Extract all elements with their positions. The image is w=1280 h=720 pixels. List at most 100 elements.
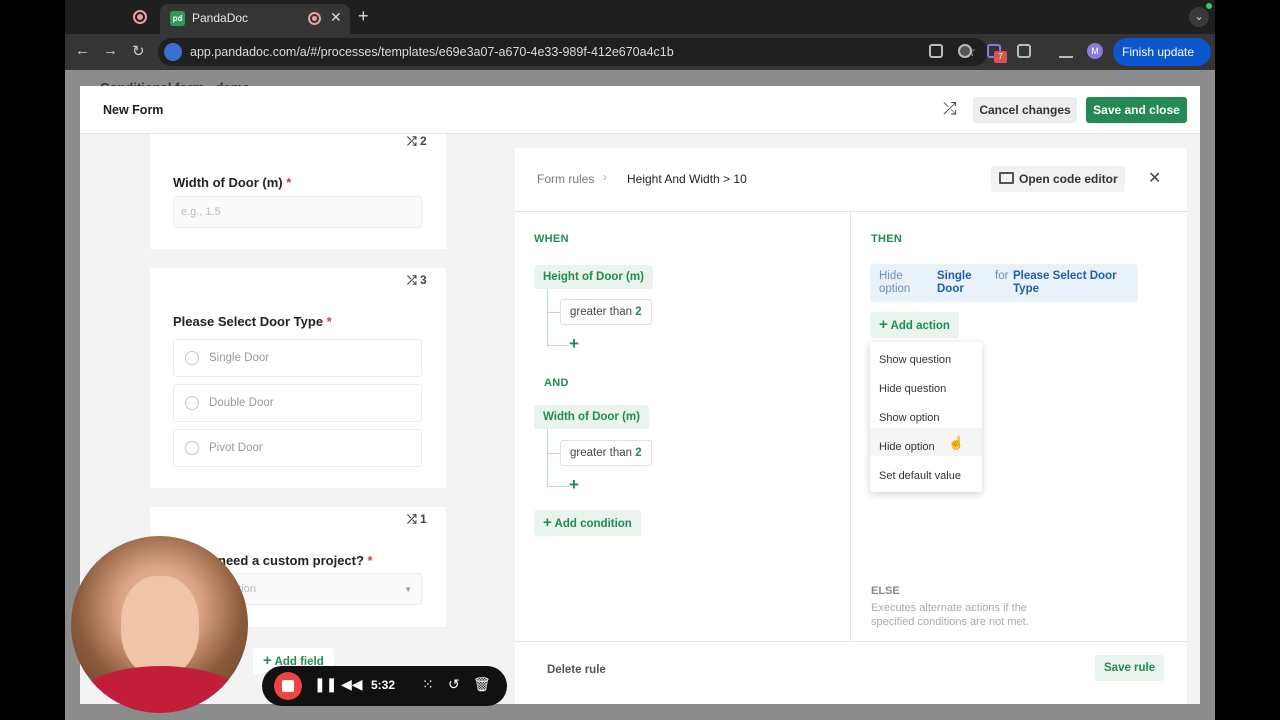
code-editor-label: Open code editor [1019, 172, 1118, 186]
back-icon[interactable]: ← [75, 42, 90, 59]
question-label: need a custom project? * [218, 553, 373, 568]
webcam-shirt [81, 666, 241, 713]
rule-panel: Form rules › Height And Width > 10 Open … [515, 148, 1187, 704]
plus-icon: + [879, 316, 888, 333]
question-text: Please Select Door Type [173, 314, 324, 329]
record-icon[interactable] [133, 10, 147, 24]
action-item[interactable]: Hide option Single Door for Please Selec… [870, 264, 1138, 302]
when-label: WHEN [534, 233, 569, 245]
plus-icon[interactable]: + [358, 6, 369, 27]
rule-footer: Delete rule Save rule [515, 641, 1187, 704]
trash-icon[interactable]: 🗑 [473, 676, 491, 693]
add-condition-label: Add condition [554, 518, 632, 530]
option-label: Pivot Door [209, 442, 263, 454]
finish-update-label: Finish update [1122, 45, 1195, 59]
restart-icon[interactable]: ↺ [448, 676, 460, 693]
radio-option[interactable]: Pivot Door [173, 429, 422, 467]
shuffle-icon: ⤮ [407, 512, 417, 526]
rewind-icon[interactable]: ◀◀ [341, 676, 363, 693]
shuffle-icon[interactable]: ⤮ [943, 99, 957, 119]
action-for: for [995, 270, 1009, 282]
reload-icon[interactable]: ↻ [132, 42, 145, 60]
plus-icon[interactable]: + [569, 334, 579, 354]
shuffle-icon: ⤮ [407, 273, 417, 287]
then-label: THEN [871, 233, 903, 245]
action-target: Please Select Door Type [1013, 270, 1117, 295]
logic-badge[interactable]: ⤮ 1 [407, 512, 427, 527]
width-input[interactable]: e.g., 1.5 [173, 196, 422, 228]
recorder-controls: ❚❚ ◀◀ 5:32 ⁙ ↺ 🗑 [262, 666, 507, 706]
webcam-face [121, 576, 199, 676]
divider [515, 211, 1187, 212]
question-card-width[interactable]: ⤮ 2 Width of Door (m) * e.g., 1.5 [150, 134, 446, 249]
operator-text: greater than [570, 447, 633, 459]
url-input[interactable]: app.pandadoc.com/a/#/processes/templates… [158, 38, 988, 66]
action-menu: Show question Hide question Show option … [870, 342, 982, 492]
chevron-down-icon[interactable]: ⌄ [1189, 7, 1209, 27]
pause-icon[interactable]: ❚❚ [314, 676, 337, 693]
question-text: Width of Door (m) [173, 175, 283, 190]
question-text: need a custom project? [218, 553, 364, 568]
else-label: ELSE [871, 585, 900, 597]
site-info-icon[interactable] [164, 43, 182, 61]
question-label: Please Select Door Type * [173, 314, 332, 329]
extension-icon[interactable] [958, 44, 972, 58]
radio-option[interactable]: Double Door [173, 384, 422, 422]
question-card-door-type[interactable]: ⤮ 3 Please Select Door Type * Single Doo… [150, 268, 446, 488]
close-icon[interactable]: ✕ [330, 9, 342, 26]
radio-icon [185, 351, 199, 365]
extension-icon[interactable] [929, 44, 943, 58]
required-marker: * [286, 175, 292, 190]
forward-icon[interactable]: → [103, 42, 118, 59]
cancel-changes-button[interactable]: Cancel changes [973, 97, 1077, 123]
save-and-close-button[interactable]: Save and close [1086, 97, 1187, 123]
menu-item-set-default-value[interactable]: Set default value [879, 470, 961, 482]
pandadoc-favicon: pd [170, 11, 185, 26]
tree-line [547, 345, 569, 346]
breadcrumb-form-rules[interactable]: Form rules [537, 172, 594, 186]
open-code-editor-button[interactable]: Open code editor [991, 166, 1125, 192]
and-label: AND [544, 377, 569, 389]
logic-badge[interactable]: ⤮ 3 [407, 273, 427, 288]
add-condition-button[interactable]: + Add condition [534, 510, 641, 536]
radio-option[interactable]: Single Door [173, 339, 422, 377]
operator-value: 2 [635, 447, 642, 459]
add-action-label: Add action [890, 320, 950, 332]
close-icon[interactable]: ✕ [1148, 168, 1161, 188]
menu-item-hide-question[interactable]: Hide question [879, 383, 946, 395]
save-rule-button[interactable]: Save rule [1095, 655, 1165, 681]
condition-operator[interactable]: greater than 2 [560, 299, 652, 325]
profile-avatar[interactable]: M [1087, 43, 1103, 59]
finish-update-button[interactable]: Finish update ⋮ [1113, 38, 1211, 87]
menu-item-hide-option[interactable]: Hide option [879, 441, 935, 453]
condition-field[interactable]: Width of Door (m) [534, 405, 649, 429]
delete-rule-button[interactable]: Delete rule [547, 664, 606, 676]
tab-pandadoc[interactable]: pd PandaDoc ✕ [160, 4, 350, 34]
action-verb: Hide option [879, 270, 911, 295]
grid-icon[interactable]: ⁙ [422, 676, 434, 693]
add-action-button[interactable]: + Add action [870, 312, 959, 338]
shuffle-icon: ⤮ [407, 134, 417, 148]
menu-item-show-question[interactable]: Show question [879, 354, 951, 366]
code-editor-icon [999, 172, 1014, 184]
else-description: Executes alternate actions if the specif… [871, 602, 1029, 628]
plus-icon: + [543, 514, 552, 531]
operator-text: greater than [570, 306, 633, 318]
operator-value: 2 [635, 306, 642, 318]
tab-bar: pd PandaDoc ✕ + ⌄ [65, 0, 1215, 34]
logic-badge[interactable]: ⤮ 2 [407, 134, 427, 149]
condition-field[interactable]: Height of Door (m) [534, 265, 653, 289]
option-label: Double Door [209, 397, 274, 409]
stop-recording-button[interactable] [274, 672, 302, 700]
puzzle-icon[interactable] [1017, 44, 1031, 58]
breadcrumb-current: Height And Width > 10 [627, 172, 747, 186]
logic-count: 2 [419, 134, 427, 148]
hand-cursor-icon: ☝ [948, 435, 965, 450]
question-label: Width of Door (m) * [173, 175, 291, 190]
plus-icon[interactable]: + [569, 475, 579, 495]
condition-operator[interactable]: greater than 2 [560, 440, 652, 466]
status-dot [1206, 3, 1212, 9]
menu-item-show-option[interactable]: Show option [879, 412, 940, 424]
media-icon[interactable] [1059, 44, 1073, 58]
action-option: Single Door [937, 270, 972, 295]
